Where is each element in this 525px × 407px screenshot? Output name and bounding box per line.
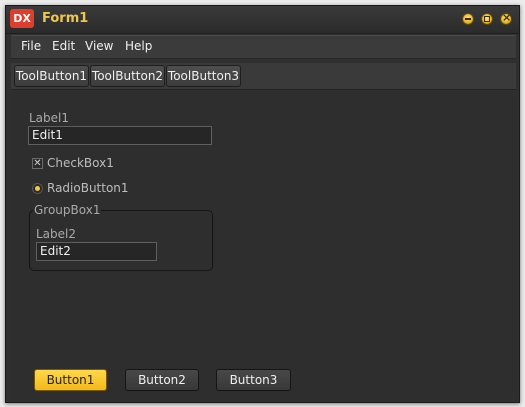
menu-file[interactable]: File xyxy=(21,39,41,53)
checkbox1-label[interactable]: CheckBox1 xyxy=(47,156,114,170)
checkbox1[interactable]: ✕ xyxy=(32,158,43,169)
form-client-area: Label1 Edit1 ✕ CheckBox1 RadioButton1 Gr… xyxy=(11,91,516,399)
window-title: Form1 xyxy=(42,11,89,26)
maximize-icon[interactable] xyxy=(481,13,493,25)
menu-view[interactable]: View xyxy=(85,39,113,53)
tool-button-1[interactable]: ToolButton1 xyxy=(14,65,89,87)
tool-button-2[interactable]: ToolButton2 xyxy=(90,65,165,87)
minimize-icon[interactable] xyxy=(462,13,474,25)
menu-help[interactable]: Help xyxy=(125,39,152,53)
menu-bar: File Edit View Help xyxy=(11,35,516,59)
label1: Label1 xyxy=(29,111,70,125)
radiobutton1[interactable] xyxy=(32,183,43,194)
tool-button-3[interactable]: ToolButton3 xyxy=(166,65,241,87)
radiobutton1-label[interactable]: RadioButton1 xyxy=(47,181,129,195)
main-window: DX Form1 File Edit View Help ToolButton1… xyxy=(5,5,520,403)
button2[interactable]: Button2 xyxy=(125,369,199,391)
groupbox1: GroupBox1 Label2 Edit2 xyxy=(29,203,213,271)
button1[interactable]: Button1 xyxy=(34,369,107,391)
close-icon[interactable] xyxy=(500,11,512,25)
label2: Label2 xyxy=(36,227,77,241)
title-bar[interactable]: DX Form1 xyxy=(6,6,519,34)
menu-edit[interactable]: Edit xyxy=(52,39,75,53)
edit2-field[interactable]: Edit2 xyxy=(36,242,157,261)
toolbar: ToolButton1 ToolButton2 ToolButton3 xyxy=(11,63,516,90)
edit1-field[interactable]: Edit1 xyxy=(28,126,212,145)
groupbox1-caption: GroupBox1 xyxy=(33,203,102,217)
button3[interactable]: Button3 xyxy=(216,369,291,391)
app-icon: DX xyxy=(10,9,34,28)
